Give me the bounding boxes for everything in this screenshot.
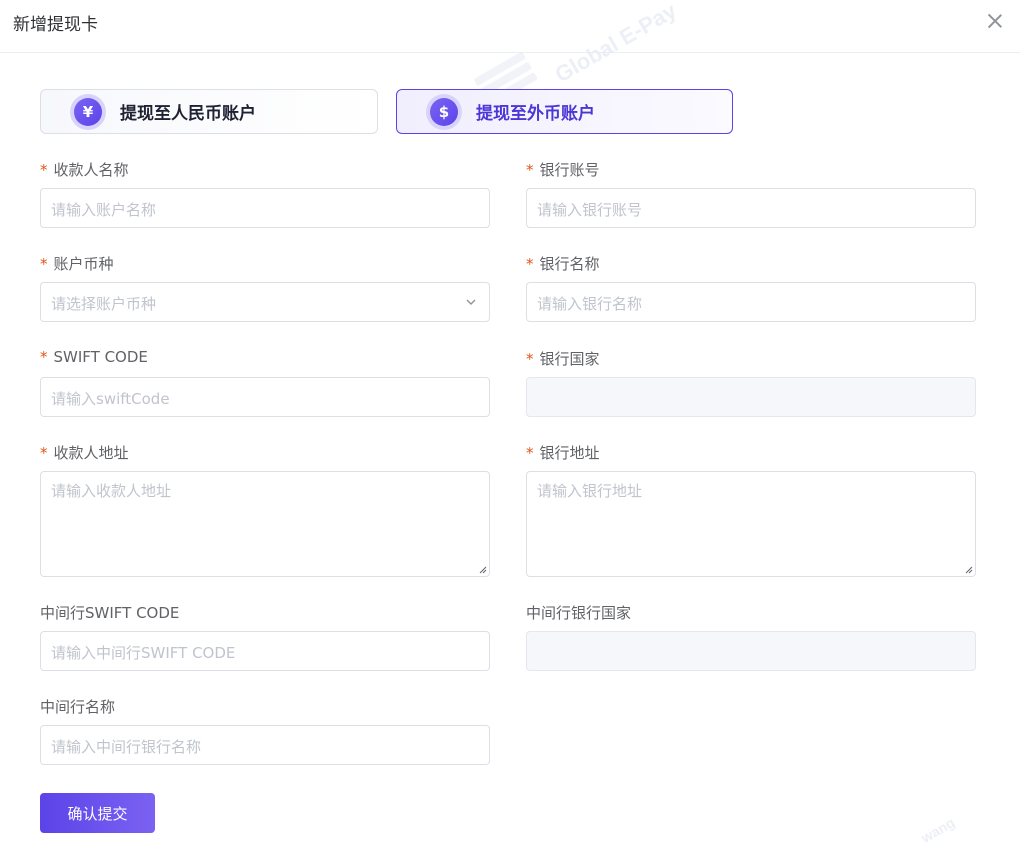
- dollar-icon-glyph: $: [430, 97, 458, 126]
- bank-name-input[interactable]: 请输入银行名称: [526, 282, 976, 322]
- resize-handle-icon[interactable]: [477, 564, 487, 574]
- intermediary-name-placeholder: 请输入中间行银行名称: [51, 738, 202, 756]
- account-currency-select[interactable]: 请选择账户币种: [40, 282, 490, 322]
- account-type-foreign-label: 提现至外币账户: [476, 104, 595, 124]
- swift-code-input[interactable]: 请输入swiftCode: [40, 377, 490, 417]
- intermediary-country-input: [526, 631, 976, 671]
- account-type-foreign[interactable]: $ 提现至外币账户: [396, 89, 733, 134]
- account-type-rmb[interactable]: ¥ 提现至人民币账户: [40, 89, 378, 134]
- payee-name-label: * 收款人名称: [40, 161, 129, 179]
- yuan-icon: ¥: [70, 93, 106, 130]
- required-mark: *: [526, 350, 534, 368]
- intermediary-swift-input[interactable]: 请输入中间行SWIFT CODE: [40, 631, 490, 671]
- chevron-down-icon: [466, 299, 476, 305]
- yuan-icon-glyph: ¥: [74, 97, 102, 126]
- bank-account-label: * 银行账号: [526, 161, 600, 179]
- bank-name-label: * 银行名称: [526, 255, 600, 273]
- swift-code-label: * SWIFT CODE: [40, 348, 148, 366]
- resize-handle-icon[interactable]: [963, 564, 973, 574]
- bank-account-placeholder: 请输入银行账号: [537, 201, 643, 219]
- dialog-header: 新增提现卡: [0, 0, 1020, 53]
- payee-address-textarea[interactable]: 请输入收款人地址: [40, 471, 490, 577]
- required-mark: *: [526, 161, 534, 179]
- required-mark: *: [526, 255, 534, 273]
- watermark-text-bottom: wang: [918, 814, 958, 846]
- required-mark: *: [526, 444, 534, 462]
- intermediary-name-input[interactable]: 请输入中间行银行名称: [40, 725, 490, 765]
- bank-name-placeholder: 请输入银行名称: [537, 295, 643, 313]
- bank-country-label: * 银行国家: [526, 350, 600, 368]
- dialog-title: 新增提现卡: [13, 15, 98, 35]
- intermediary-swift-label: 中间行SWIFT CODE: [40, 604, 180, 622]
- account-currency-label: * 账户币种: [40, 255, 114, 273]
- required-mark: *: [40, 161, 48, 179]
- payee-name-placeholder: 请输入账户名称: [51, 201, 157, 219]
- required-mark: *: [40, 444, 48, 462]
- dollar-icon: $: [426, 93, 462, 130]
- intermediary-swift-placeholder: 请输入中间行SWIFT CODE: [51, 644, 236, 662]
- bank-account-input[interactable]: 请输入银行账号: [526, 188, 976, 228]
- payee-name-input[interactable]: 请输入账户名称: [40, 188, 490, 228]
- intermediary-country-label: 中间行银行国家: [526, 604, 632, 622]
- account-type-rmb-label: 提现至人民币账户: [120, 104, 256, 124]
- close-icon[interactable]: [984, 10, 1006, 32]
- required-mark: *: [40, 348, 48, 366]
- bank-country-input: [526, 377, 976, 417]
- bank-address-textarea[interactable]: 请输入银行地址: [526, 471, 976, 577]
- payee-address-label: * 收款人地址: [40, 444, 129, 462]
- bank-address-label: * 银行地址: [526, 444, 600, 462]
- swift-code-placeholder: 请输入swiftCode: [51, 390, 170, 408]
- payee-address-placeholder: 请输入收款人地址: [51, 482, 172, 500]
- required-mark: *: [40, 255, 48, 273]
- account-currency-placeholder: 请选择账户币种: [51, 295, 157, 313]
- submit-button[interactable]: 确认提交: [40, 793, 155, 833]
- bank-address-placeholder: 请输入银行地址: [537, 482, 643, 500]
- intermediary-name-label: 中间行名称: [40, 698, 116, 716]
